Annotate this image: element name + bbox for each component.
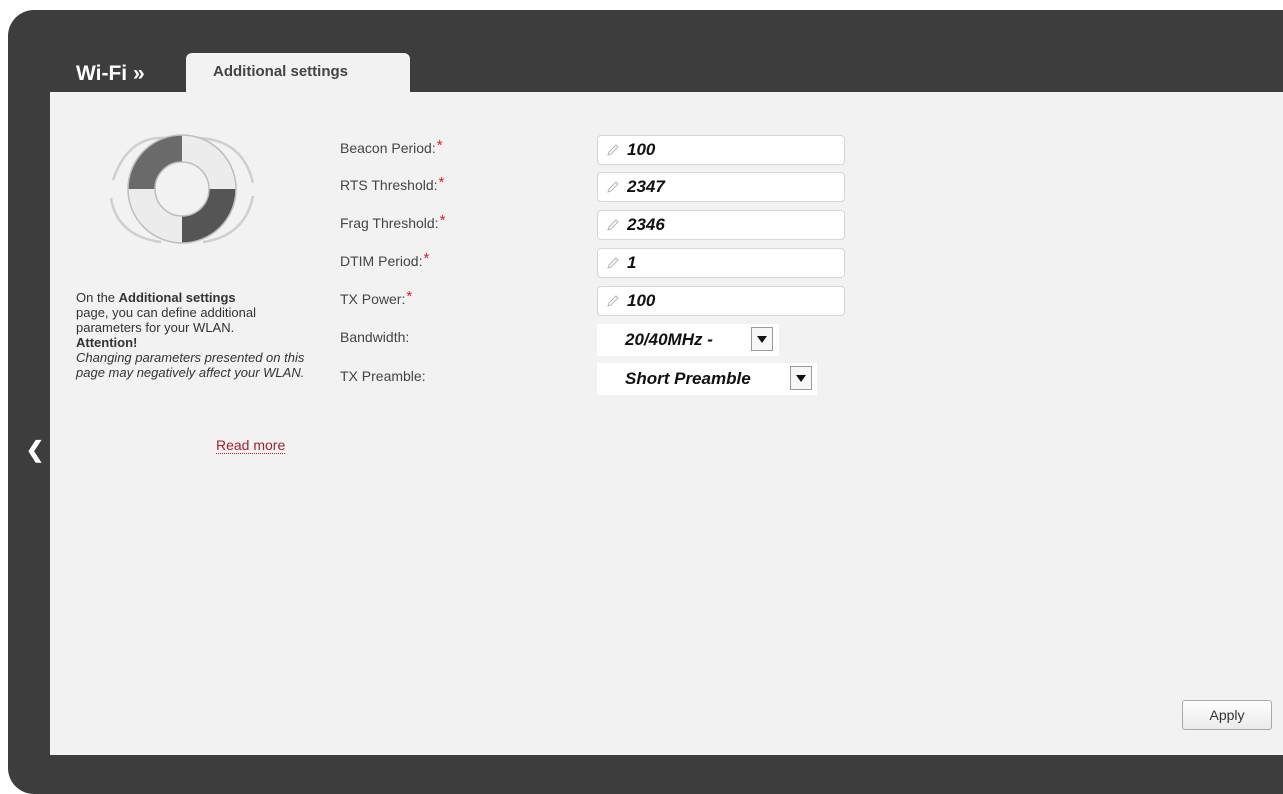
beacon-period-label: Beacon Period:*: [340, 137, 443, 156]
beacon-period-input[interactable]: [627, 140, 827, 160]
help-line1-prefix: On the: [76, 290, 119, 305]
rts-threshold-field[interactable]: [597, 172, 845, 202]
bandwidth-label: Bandwidth:: [340, 329, 410, 345]
frag-threshold-field[interactable]: [597, 210, 845, 240]
chevron-left-icon[interactable]: ❮: [24, 438, 46, 462]
pencil-icon: [607, 257, 619, 269]
tx-preamble-label: TX Preamble:: [340, 368, 426, 384]
dtim-period-field[interactable]: [597, 248, 845, 278]
frag-threshold-label: Frag Threshold:*: [340, 212, 446, 231]
chevron-down-icon[interactable]: [751, 327, 773, 351]
pencil-icon: [607, 181, 619, 193]
rts-threshold-label: RTS Threshold:*: [340, 174, 445, 193]
dtim-period-input[interactable]: [627, 253, 827, 273]
rts-threshold-input[interactable]: [627, 177, 827, 197]
required-mark: *: [439, 212, 446, 229]
frag-threshold-input[interactable]: [627, 215, 827, 235]
read-more-link[interactable]: Read more: [216, 437, 286, 454]
apply-button[interactable]: Apply: [1182, 700, 1272, 730]
chevron-down-icon[interactable]: [790, 366, 812, 390]
help-text: On the Additional settings page, you can…: [76, 290, 306, 380]
required-mark: *: [406, 288, 413, 305]
pencil-icon: [607, 144, 619, 156]
bandwidth-value: 20/40MHz -: [625, 330, 713, 349]
breadcrumb-root[interactable]: Wi-Fi »: [76, 62, 145, 86]
dtim-period-label: DTIM Period:*: [340, 250, 430, 269]
help-line1-bold: Additional settings: [118, 290, 236, 305]
tab-additional-settings[interactable]: Additional settings: [186, 53, 410, 93]
help-line2: page, you can define additional paramete…: [76, 305, 256, 335]
pencil-icon: [607, 219, 619, 231]
required-mark: *: [436, 137, 443, 154]
help-attention: Attention!: [76, 335, 138, 350]
tx-power-input[interactable]: [627, 291, 827, 311]
lifebuoy-icon: [109, 134, 255, 244]
help-warning: Changing parameters presented on this pa…: [76, 350, 305, 380]
tx-preamble-select[interactable]: Short Preamble: [597, 363, 817, 395]
pencil-icon: [607, 295, 619, 307]
beacon-period-field[interactable]: [597, 135, 845, 165]
bandwidth-select[interactable]: 20/40MHz -: [597, 324, 779, 356]
required-mark: *: [423, 250, 430, 267]
tx-preamble-value: Short Preamble: [625, 369, 751, 388]
tx-power-label: TX Power:*: [340, 288, 413, 307]
tx-power-field[interactable]: [597, 286, 845, 316]
required-mark: *: [438, 174, 445, 191]
